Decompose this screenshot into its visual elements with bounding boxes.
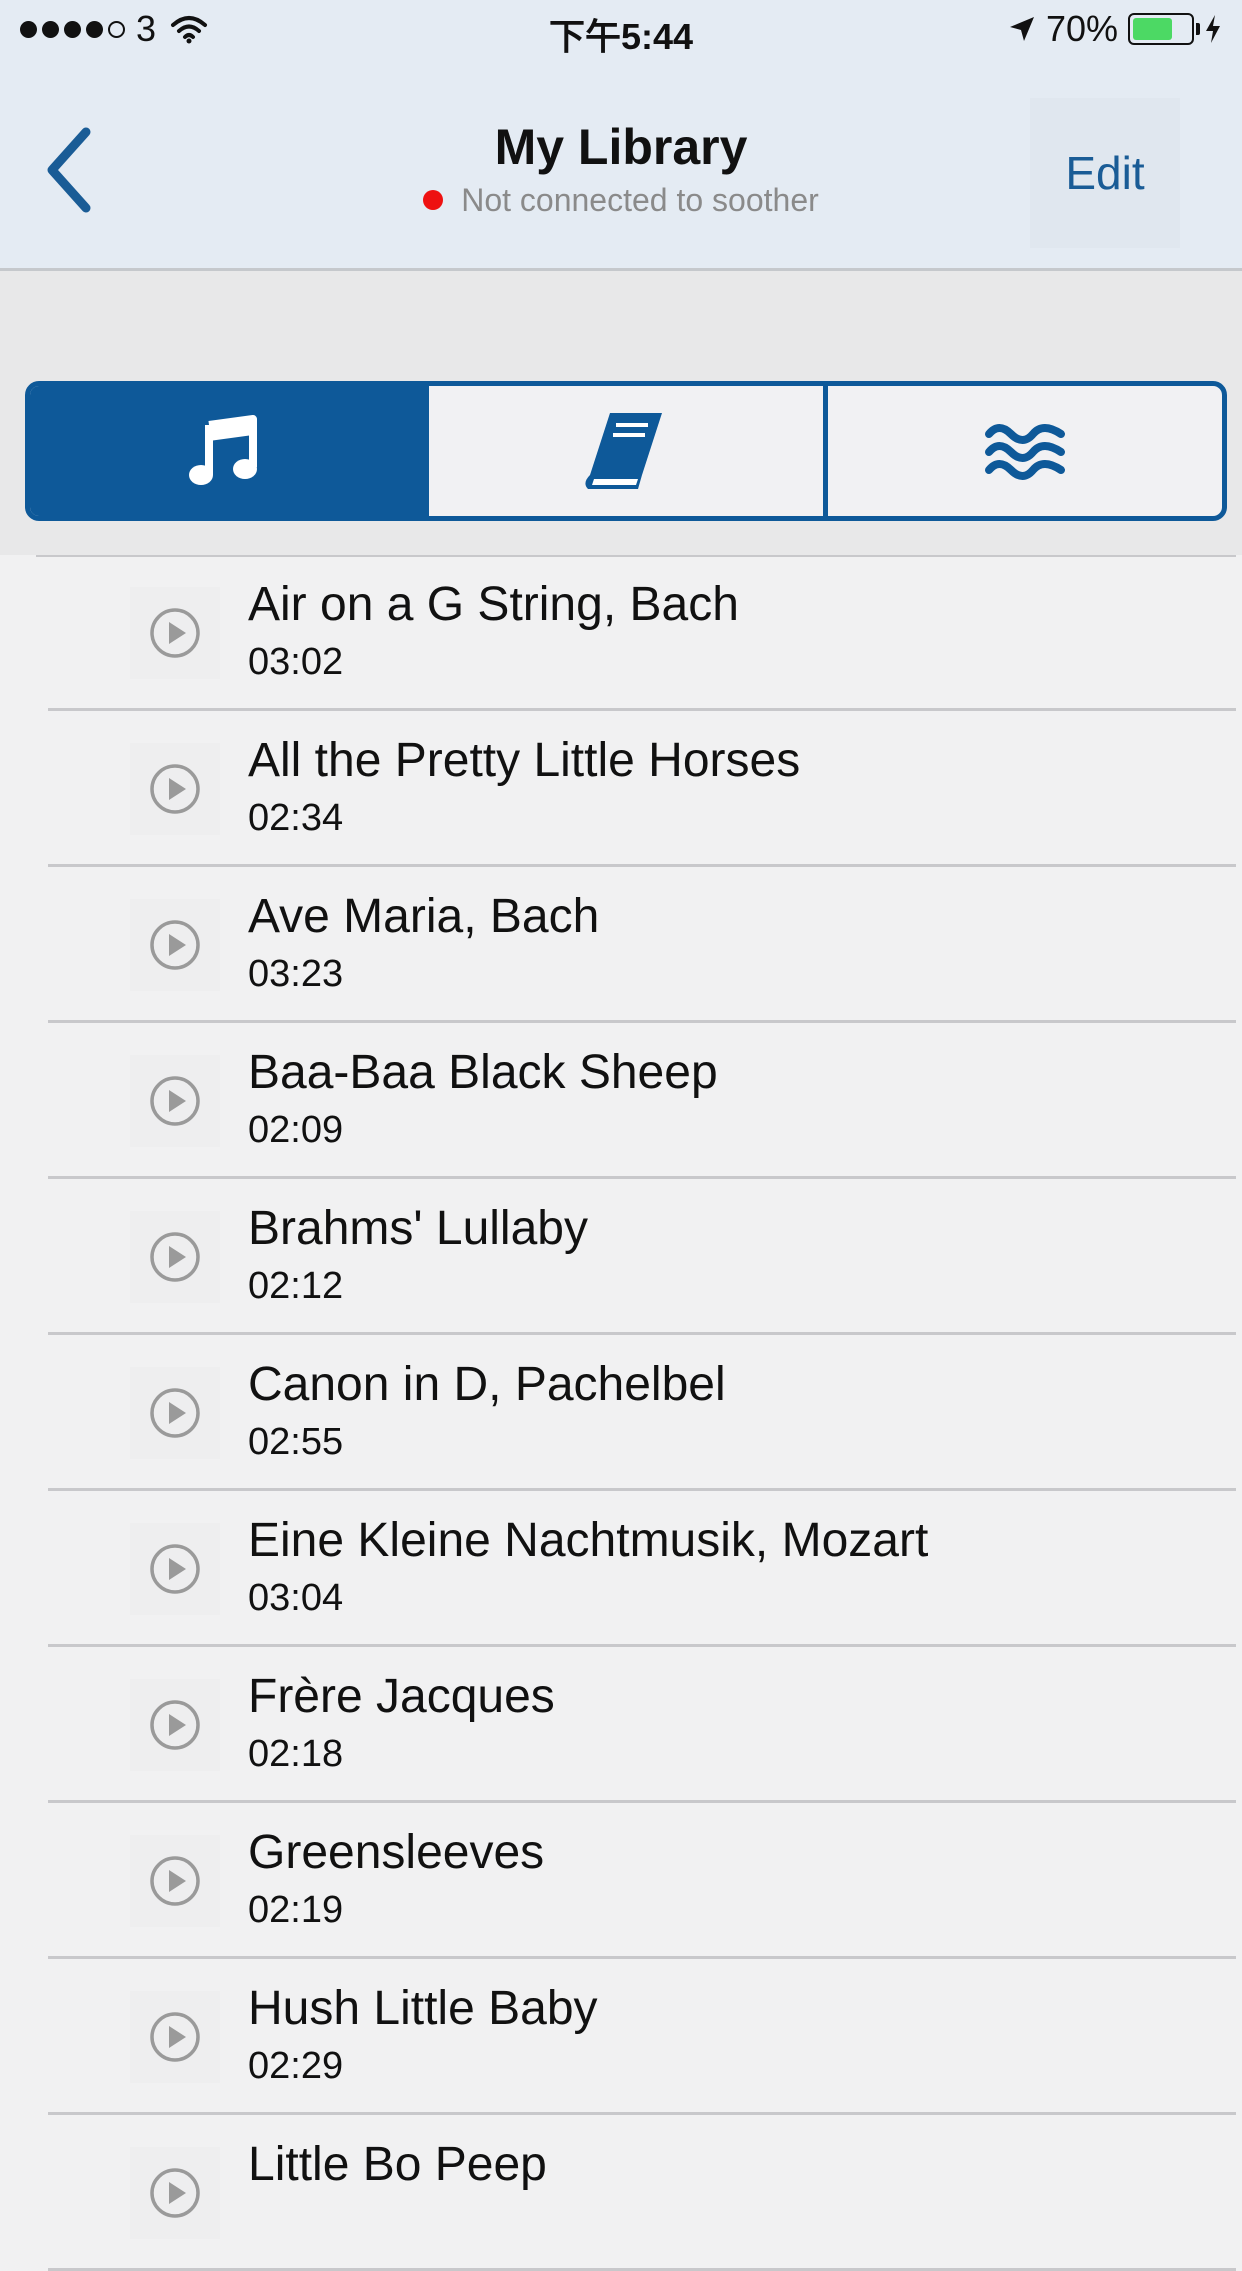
track-row[interactable]: Greensleeves 02:19	[0, 1803, 1242, 1959]
play-icon	[150, 1076, 200, 1126]
track-duration: 02:29	[248, 2045, 344, 2087]
track-title: Baa-Baa Black Sheep	[248, 1046, 718, 1099]
track-row[interactable]: Baa-Baa Black Sheep 02:09	[0, 1023, 1242, 1179]
track-title: Air on a G String, Bach	[248, 578, 739, 631]
location-arrow-icon	[1009, 17, 1034, 41]
track-duration: 03:23	[248, 953, 344, 995]
track-row[interactable]: Little Bo Peep	[0, 2115, 1242, 2271]
status-right: 70%	[1008, 8, 1222, 50]
track-duration: 03:04	[248, 1577, 344, 1619]
track-list: Air on a G String, Bach 03:02 All the Pr…	[0, 555, 1242, 2271]
play-icon	[150, 1856, 200, 1906]
track-title: Greensleeves	[248, 1826, 545, 1879]
track-title: Brahms' Lullaby	[248, 1202, 588, 1255]
battery-icon	[1128, 13, 1200, 45]
track-duration: 02:34	[248, 797, 344, 839]
play-icon	[150, 764, 200, 814]
track-title: Canon in D, Pachelbel	[248, 1358, 726, 1411]
track-row[interactable]: Brahms' Lullaby 02:12	[0, 1179, 1242, 1335]
category-selector-area	[0, 271, 1242, 555]
play-icon	[150, 2168, 200, 2218]
track-duration: 02:12	[248, 1265, 344, 1307]
track-duration: 02:18	[248, 1733, 344, 1775]
charging-bolt-icon	[1206, 15, 1220, 43]
play-icon	[150, 1232, 200, 1282]
track-row[interactable]: Hush Little Baby 02:29	[0, 1959, 1242, 2115]
play-icon	[150, 1700, 200, 1750]
play-button[interactable]	[130, 1211, 220, 1303]
battery-fill	[1133, 18, 1172, 40]
play-button[interactable]	[130, 1367, 220, 1459]
play-button[interactable]	[130, 1679, 220, 1771]
track-title: Ave Maria, Bach	[248, 890, 600, 943]
tab-sounds[interactable]	[823, 386, 1222, 516]
track-row[interactable]: Canon in D, Pachelbel 02:55	[0, 1335, 1242, 1491]
play-icon	[150, 608, 200, 658]
status-dot-icon	[423, 189, 444, 210]
play-button[interactable]	[130, 2147, 220, 2239]
segmented-control	[25, 381, 1227, 521]
track-row[interactable]: Eine Kleine Nachtmusik, Mozart 03:04	[0, 1491, 1242, 1647]
battery-percentage: 70%	[1045, 8, 1118, 49]
tab-music[interactable]	[30, 386, 424, 516]
play-icon	[150, 1544, 200, 1594]
waves-icon	[985, 424, 1065, 480]
play-button[interactable]	[130, 587, 220, 679]
book-icon	[585, 413, 662, 489]
track-title: Frère Jacques	[248, 1670, 555, 1723]
track-row[interactable]: Ave Maria, Bach 03:23	[0, 867, 1242, 1023]
edit-button[interactable]: Edit	[1030, 98, 1180, 248]
track-duration: 03:02	[248, 641, 344, 683]
play-button[interactable]	[130, 1055, 220, 1147]
track-row[interactable]: Air on a G String, Bach 03:02	[0, 555, 1242, 711]
track-row[interactable]: All the Pretty Little Horses 02:34	[0, 711, 1242, 867]
tab-stories[interactable]	[424, 386, 823, 516]
music-note-icon	[189, 415, 257, 485]
track-duration: 02:09	[248, 1109, 344, 1151]
navigation-bar: My Library Not connected to soother Edit	[0, 62, 1242, 271]
play-button[interactable]	[130, 1991, 220, 2083]
track-title: Little Bo Peep	[248, 2138, 547, 2191]
play-button[interactable]	[130, 1523, 220, 1615]
play-button[interactable]	[130, 899, 220, 991]
track-title: Eine Kleine Nachtmusik, Mozart	[248, 1514, 929, 1567]
play-icon	[150, 920, 200, 970]
play-icon	[150, 1388, 200, 1438]
track-title: Hush Little Baby	[248, 1982, 598, 2035]
track-title: All the Pretty Little Horses	[248, 734, 801, 787]
track-duration: 02:55	[248, 1421, 344, 1463]
connection-status-label: Not connected to soother	[461, 182, 819, 218]
track-duration: 02:19	[248, 1889, 344, 1931]
play-button[interactable]	[130, 743, 220, 835]
play-icon	[150, 2012, 200, 2062]
track-row[interactable]: Frère Jacques 02:18	[0, 1647, 1242, 1803]
play-button[interactable]	[130, 1835, 220, 1927]
status-bar: 3 下午5:44 70%	[0, 0, 1242, 62]
battery-cap	[1196, 23, 1200, 35]
